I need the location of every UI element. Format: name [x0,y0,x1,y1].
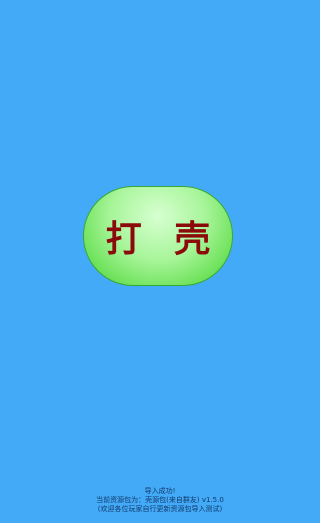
welcome-note-text: (欢迎各位玩家自行更新资源包导入测试) [97,505,223,513]
tap-shell-button-label: 打 壳 [105,219,221,260]
status-message: 导入成功! 当前资源包为：壳源包(来自群友) v1.5.0 (欢迎各位玩家自行更… [0,487,320,514]
current-resource-pack-text: 当前资源包为：壳源包(来自群友) v1.5.0 [96,496,224,504]
import-success-text: 导入成功! [144,487,176,495]
tap-shell-button[interactable]: 打 壳 [83,186,233,286]
app-screen: 打 壳 导入成功! 当前资源包为：壳源包(来自群友) v1.5.0 (欢迎各位玩… [0,0,320,523]
